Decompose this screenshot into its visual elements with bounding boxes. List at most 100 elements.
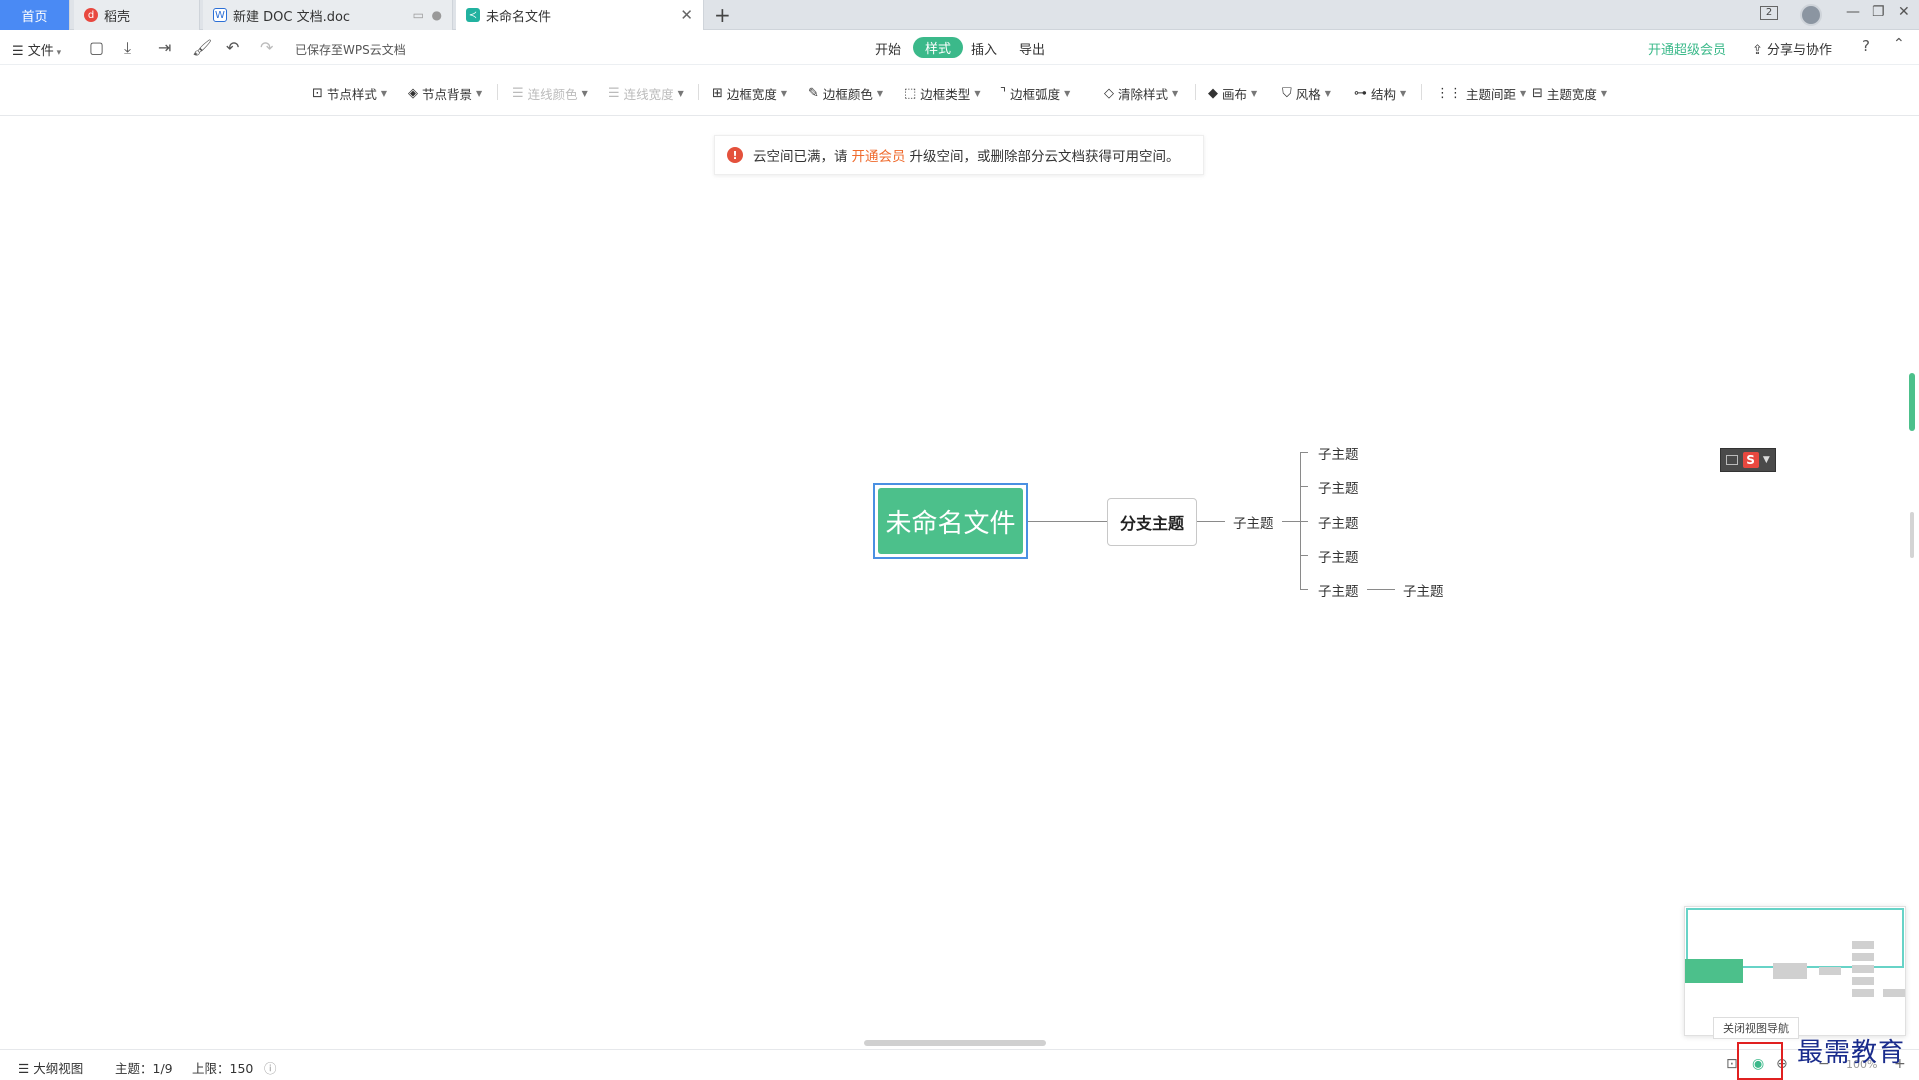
nav-style[interactable]: 样式	[913, 37, 964, 58]
minimap-sub-node	[1819, 967, 1841, 975]
tab-daoke[interactable]: d 稻壳	[74, 0, 200, 30]
tab-mindmap[interactable]: ≺ 未命名文件 ✕	[456, 0, 704, 30]
new-tab-button[interactable]: +	[714, 3, 731, 27]
share-button[interactable]: ⇪ 分享与协作	[1752, 39, 1832, 58]
daoke-icon: d	[84, 8, 98, 22]
subtopic-level2[interactable]: 子主题	[1318, 443, 1359, 463]
theme-style-label: 风格	[1295, 87, 1321, 102]
help-button[interactable]: ?	[1862, 37, 1870, 55]
node-background-button[interactable]: ◈ 节点背景 ▼	[408, 84, 482, 103]
minimap-sub-node	[1883, 989, 1905, 997]
ribbon-separator	[497, 84, 498, 100]
subtopic-level2[interactable]: 子主题	[1318, 546, 1359, 566]
border-type-button[interactable]: ⬚ 边框类型 ▼	[904, 84, 980, 103]
minimap-sub-node	[1852, 953, 1874, 961]
border-width-button[interactable]: ⊞ 边框宽度 ▼	[712, 84, 787, 103]
notice-suffix: 升级空间，或删除部分云文档获得可用空间。	[909, 149, 1180, 165]
line-width-button[interactable]: ☰ 连线宽度 ▼	[608, 84, 684, 103]
line-width-label: 连线宽度	[623, 87, 674, 102]
tab-home[interactable]: 首页	[0, 0, 70, 30]
eraser-icon: ◇	[1104, 86, 1114, 101]
clear-style-button[interactable]: ◇ 清除样式 ▼	[1104, 84, 1178, 103]
border-radius-button[interactable]: ⌝ 边框弧度 ▼	[1000, 84, 1070, 103]
topic-spacing-button[interactable]: ⋮⋮ 主题间距 ▼	[1436, 84, 1526, 103]
connector-line	[1282, 521, 1300, 522]
tab-mindmap-label: 未命名文件	[486, 9, 552, 25]
save-icon[interactable]: ▢	[89, 38, 104, 57]
horizontal-scrollbar[interactable]	[864, 1040, 1046, 1046]
root-topic[interactable]: 未命名文件	[873, 483, 1028, 559]
nav-export[interactable]: 导出	[1019, 39, 1045, 58]
structure-icon: ⊶	[1354, 86, 1367, 101]
saved-status: 已保存至WPS云文档	[295, 43, 406, 57]
caret-icon: ▼	[1251, 89, 1258, 98]
branch-topic[interactable]: 分支主题	[1107, 498, 1197, 546]
window-count-badge[interactable]: 2	[1760, 6, 1778, 20]
format-painter-icon[interactable]: 🖌	[192, 38, 212, 57]
theme-style-button[interactable]: ⛉ 风格 ▼	[1282, 84, 1331, 103]
border-width-icon: ⊞	[712, 86, 723, 101]
subtopic-level2[interactable]: 子主题	[1318, 477, 1359, 497]
structure-button[interactable]: ⊶ 结构 ▼	[1354, 84, 1406, 103]
fill-icon: ◈	[408, 86, 418, 101]
subtopic-level3[interactable]: 子主题	[1403, 580, 1444, 600]
close-window-icon[interactable]: ✕	[1898, 4, 1910, 20]
structure-label: 结构	[1371, 87, 1397, 102]
vip-link[interactable]: 开通超级会员	[1648, 39, 1726, 58]
connector-line	[1300, 555, 1308, 556]
canvas-button[interactable]: ◆ 画布 ▼	[1208, 84, 1257, 103]
nav-start[interactable]: 开始	[875, 39, 901, 58]
share-label: 分享与协作	[1767, 43, 1833, 58]
topic-width-button[interactable]: ⊟ 主题宽度 ▼	[1532, 84, 1607, 103]
subtopic-level2[interactable]: 子主题	[1318, 512, 1359, 532]
download-icon[interactable]: ⤓	[124, 38, 131, 58]
file-menu[interactable]: ☰ 文件 ▾	[12, 40, 61, 59]
node-style-label: 节点样式	[326, 87, 377, 102]
close-tab-icon[interactable]: ✕	[680, 6, 693, 24]
nav-insert[interactable]: 插入	[971, 39, 997, 58]
export-icon[interactable]: ⇥	[158, 38, 171, 57]
collapse-ribbon-icon[interactable]: ⌃	[1893, 36, 1905, 52]
border-width-label: 边框宽度	[726, 87, 777, 102]
notice-vip-link[interactable]: 开通会员	[852, 145, 906, 165]
word-doc-icon: W	[213, 8, 227, 22]
minimap-branch-node	[1773, 963, 1807, 979]
canvas-label: 画布	[1222, 87, 1248, 102]
notice-prefix: 云空间已满，请	[753, 149, 848, 165]
caret-icon: ▼	[1400, 89, 1407, 98]
vertical-scrollbar[interactable]	[1910, 512, 1914, 558]
app-window: 首页 d 稻壳 W 新建 DOC 文档.doc ▭ ● ≺ 未命名文件 ✕ + …	[0, 0, 1919, 1080]
minimize-icon[interactable]: —	[1846, 4, 1860, 20]
clear-style-label: 清除样式	[1118, 87, 1169, 102]
vertical-scroll-indicator[interactable]	[1909, 373, 1915, 431]
tab-doc-status-icon: ▭ ●	[412, 8, 442, 22]
node-style-button[interactable]: ⊡ 节点样式 ▼	[312, 84, 387, 103]
line-color-button[interactable]: ☰ 连线颜色 ▼	[512, 84, 588, 103]
connector-line	[1300, 452, 1308, 453]
paint-bucket-icon: ◆	[1208, 86, 1218, 101]
width-icon: ⊟	[1532, 86, 1543, 101]
help-circle-icon[interactable]: ⓘ	[264, 1058, 277, 1077]
caret-icon: ▼	[1064, 89, 1071, 98]
border-color-button[interactable]: ✎ 边框颜色 ▼	[808, 84, 883, 103]
outline-icon: ☰	[18, 1061, 34, 1076]
fit-view-icon[interactable]: ⊡	[1726, 1056, 1738, 1072]
minimap-root-node	[1685, 959, 1743, 983]
outline-view-button[interactable]: ☰ 大纲视图	[18, 1058, 83, 1077]
pencil-icon: ✎	[808, 86, 819, 101]
restore-icon[interactable]: ❐	[1872, 4, 1885, 20]
caret-icon: ▼	[876, 89, 884, 98]
ribbon-separator	[1195, 84, 1196, 100]
redo-icon[interactable]: ↷	[260, 38, 273, 57]
tab-doc[interactable]: W 新建 DOC 文档.doc ▭ ●	[203, 0, 453, 30]
connector-line	[1367, 589, 1395, 590]
undo-icon[interactable]: ↶	[226, 38, 239, 57]
minimap-sub-node	[1852, 965, 1874, 973]
avatar[interactable]	[1800, 4, 1822, 26]
subtopic-level2[interactable]: 子主题	[1318, 580, 1359, 600]
tab-doc-label: 新建 DOC 文档.doc	[233, 9, 351, 25]
minimap-sub-node	[1852, 977, 1874, 985]
subtopic-level1[interactable]: 子主题	[1233, 512, 1274, 532]
sogou-ime-toolbar[interactable]: S ▼	[1720, 448, 1776, 472]
caret-icon: ▼	[476, 89, 483, 98]
